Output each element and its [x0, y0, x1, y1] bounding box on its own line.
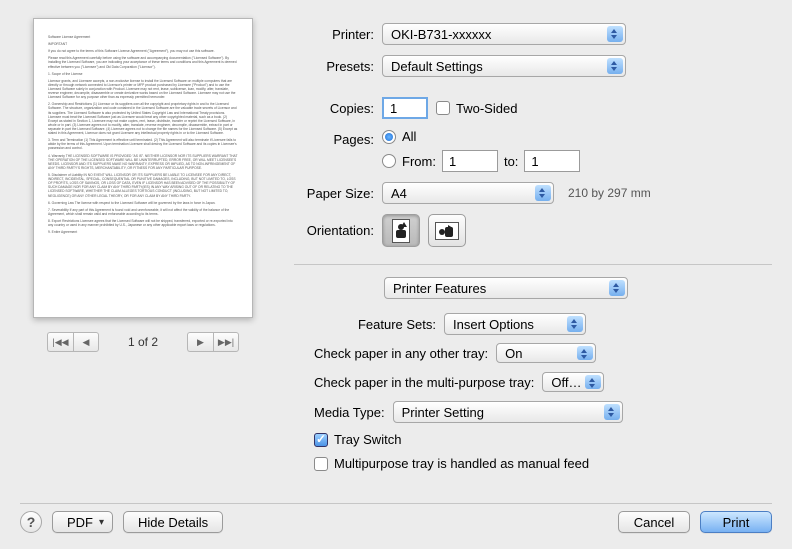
pager-row: |◀◀ ◀ 1 of 2 ▶ ▶▶| — [20, 332, 266, 352]
print-button[interactable]: Print — [700, 511, 772, 533]
pager-back-group: |◀◀ ◀ — [47, 332, 99, 352]
two-sided-checkbox[interactable] — [436, 101, 450, 115]
settings-column: Printer: OKI-B731-xxxxxx Presets: Defaul… — [294, 18, 772, 471]
presets-select-value: Default Settings — [391, 59, 483, 74]
prev-page-button[interactable]: ◀ — [73, 332, 99, 352]
pdf-menu-button[interactable]: PDF — [52, 511, 113, 533]
tray-switch-option[interactable]: Tray Switch — [314, 432, 401, 447]
copies-input[interactable] — [382, 97, 428, 119]
media-type-row: Media Type: Printer Setting — [314, 401, 772, 423]
printer-label: Printer: — [294, 27, 382, 42]
pages-from-label: From: — [402, 154, 436, 169]
cancel-label: Cancel — [634, 515, 674, 530]
presets-label: Presets: — [294, 59, 382, 74]
preview-page: Software License AgreementIMPORTANTIf yo… — [33, 18, 253, 318]
check-mp-tray-row: Check paper in the multi-purpose tray: O… — [314, 372, 772, 392]
first-page-button[interactable]: |◀◀ — [47, 332, 73, 352]
check-any-tray-select[interactable]: On — [496, 343, 596, 363]
check-mp-tray-select[interactable]: Off… — [542, 372, 604, 392]
mp-manual-label: Multipurpose tray is handled as manual f… — [334, 456, 589, 471]
feature-sets-label: Feature Sets: — [294, 317, 444, 332]
check-mp-tray-label: Check paper in the multi-purpose tray: — [314, 375, 534, 390]
pager-fwd-group: ▶ ▶▶| — [187, 332, 239, 352]
tray-switch-label: Tray Switch — [334, 432, 401, 447]
printer-select[interactable]: OKI-B731-xxxxxx — [382, 23, 626, 45]
mp-manual-row: Multipurpose tray is handled as manual f… — [314, 456, 772, 471]
page-indicator: 1 of 2 — [128, 335, 158, 349]
pages-label: Pages: — [294, 129, 382, 147]
check-any-tray-label: Check paper in any other tray: — [314, 346, 488, 361]
orientation-label: Orientation: — [294, 223, 382, 238]
bottom-bar: ? PDF Hide Details Cancel Print — [20, 511, 772, 533]
upper-panel: Software License AgreementIMPORTANTIf yo… — [20, 18, 772, 471]
pages-from-input[interactable] — [442, 150, 498, 172]
section-select-value: Printer Features — [393, 281, 486, 296]
feature-sets-value: Insert Options — [453, 317, 534, 332]
last-page-button[interactable]: ▶▶| — [213, 332, 239, 352]
cancel-button[interactable]: Cancel — [618, 511, 690, 533]
mp-manual-checkbox[interactable] — [314, 457, 328, 471]
paper-size-row: Paper Size: A4 210 by 297 mm — [294, 182, 772, 204]
section-dropdown-row: Printer Features — [384, 277, 772, 299]
printer-row: Printer: OKI-B731-xxxxxx — [294, 23, 772, 45]
orientation-row: Orientation: — [294, 214, 772, 247]
two-sided-wrap[interactable]: Two-Sided — [436, 101, 517, 116]
pages-row: Pages: All From: to: — [294, 129, 772, 172]
check-any-tray-row: Check paper in any other tray: On — [314, 343, 772, 363]
print-dialog: Software License AgreementIMPORTANTIf yo… — [0, 0, 792, 549]
paper-size-select[interactable]: A4 — [382, 182, 554, 204]
help-button[interactable]: ? — [20, 511, 42, 533]
two-sided-label: Two-Sided — [456, 101, 517, 116]
pages-to-label: to: — [504, 154, 518, 169]
orientation-portrait-button[interactable] — [382, 214, 420, 247]
pdf-button-label: PDF — [67, 515, 93, 530]
presets-select[interactable]: Default Settings — [382, 55, 626, 77]
preview-column: Software License AgreementIMPORTANTIf yo… — [20, 18, 266, 471]
media-type-select[interactable]: Printer Setting — [393, 401, 623, 423]
printer-select-value: OKI-B731-xxxxxx — [391, 27, 491, 42]
paper-dimensions: 210 by 297 mm — [568, 186, 651, 200]
pages-to-input[interactable] — [524, 150, 580, 172]
check-mp-tray-value: Off… — [551, 375, 581, 390]
divider-bottom — [20, 503, 772, 504]
pages-from-radio[interactable] — [382, 154, 396, 168]
divider-1 — [294, 264, 772, 265]
paper-size-value: A4 — [391, 186, 407, 201]
feature-options: Check paper in any other tray: On Check … — [294, 339, 772, 471]
print-label: Print — [723, 515, 750, 530]
portrait-icon — [392, 219, 410, 243]
feature-sets-row: Feature Sets: Insert Options — [294, 313, 772, 335]
tray-switch-row: Tray Switch — [314, 432, 772, 447]
tray-switch-checkbox[interactable] — [314, 433, 328, 447]
landscape-icon — [435, 222, 459, 240]
media-type-value: Printer Setting — [402, 405, 484, 420]
feature-sets-select[interactable]: Insert Options — [444, 313, 586, 335]
hide-details-button[interactable]: Hide Details — [123, 511, 223, 533]
check-any-tray-value: On — [505, 346, 522, 361]
pages-all-radio[interactable] — [382, 130, 396, 144]
copies-row: Copies: Two-Sided — [294, 97, 772, 119]
copies-label: Copies: — [294, 101, 382, 116]
media-type-label: Media Type: — [314, 405, 385, 420]
hide-details-label: Hide Details — [138, 515, 208, 530]
paper-size-label: Paper Size: — [294, 186, 382, 201]
next-page-button[interactable]: ▶ — [187, 332, 213, 352]
section-select[interactable]: Printer Features — [384, 277, 628, 299]
orientation-landscape-button[interactable] — [428, 214, 466, 247]
pages-range-option[interactable]: From: to: — [382, 150, 580, 172]
pages-all-option[interactable]: All — [382, 129, 416, 144]
mp-manual-option[interactable]: Multipurpose tray is handled as manual f… — [314, 456, 589, 471]
presets-row: Presets: Default Settings — [294, 55, 772, 77]
pages-all-label: All — [402, 129, 416, 144]
